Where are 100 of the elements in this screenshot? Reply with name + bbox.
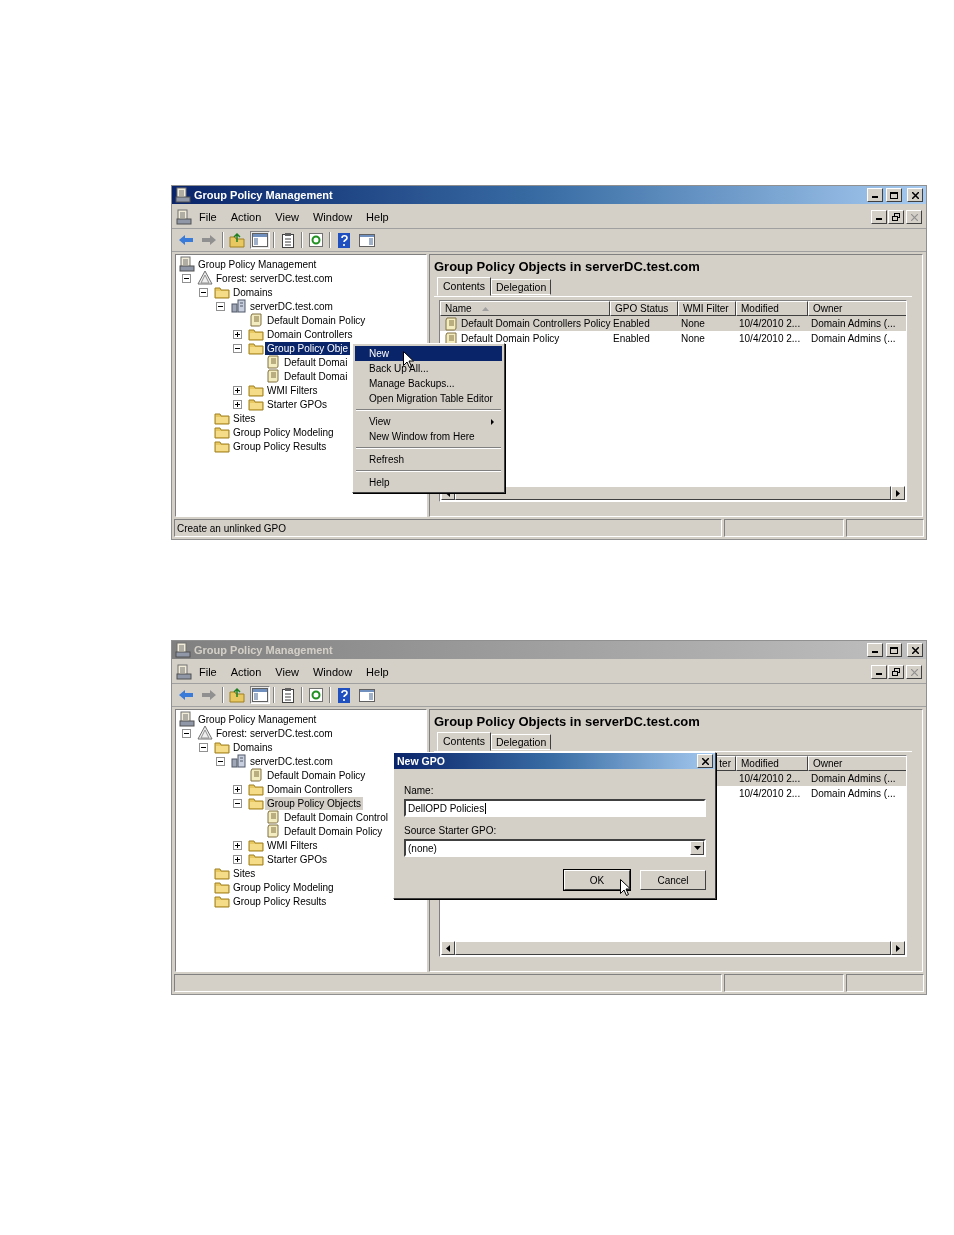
column-header[interactable]: Owner <box>808 756 906 771</box>
column-header[interactable]: GPO Status <box>610 301 678 316</box>
horizontal-scrollbar[interactable] <box>441 486 905 500</box>
tree-item[interactable]: Domains <box>231 740 275 754</box>
tree-item[interactable]: Starter GPOs <box>265 397 329 411</box>
minimize-button[interactable] <box>871 210 887 224</box>
tree-item[interactable]: Default Domain Policy <box>282 824 385 838</box>
tree-item[interactable]: WMI Filters <box>265 838 320 852</box>
tree-item[interactable]: Group Policy Management <box>196 712 319 726</box>
tree-item[interactable]: Group Policy Results <box>231 894 329 908</box>
tree-item[interactable]: Default Domain Policy <box>265 313 368 327</box>
tree-item[interactable]: Sites <box>231 866 258 880</box>
column-header[interactable]: Name <box>440 301 610 316</box>
maximize-button[interactable] <box>886 643 902 657</box>
menu-item[interactable]: View <box>268 211 306 223</box>
panel-button[interactable] <box>357 231 377 249</box>
close-button[interactable] <box>697 754 713 768</box>
expand-toggle[interactable] <box>233 385 242 395</box>
expand-toggle[interactable] <box>233 854 242 864</box>
panel-button[interactable] <box>357 686 377 704</box>
dialog-button[interactable]: Cancel <box>640 870 706 890</box>
tree-item[interactable]: Default Domai <box>282 355 350 369</box>
column-header[interactable]: Modified <box>736 301 808 316</box>
menu-item[interactable]: Help <box>359 666 396 678</box>
column-header[interactable]: Owner <box>808 301 906 316</box>
up-folder-button[interactable] <box>227 686 247 704</box>
context-menu-item[interactable]: Help <box>355 475 502 490</box>
tree-item[interactable]: Group Policy Modeling <box>231 425 336 439</box>
maximize-button[interactable] <box>886 188 902 202</box>
column-header[interactable]: Modified <box>736 756 808 771</box>
menu-item[interactable]: File <box>192 666 224 678</box>
context-menu-item[interactable]: Refresh <box>355 452 502 467</box>
collapse-toggle[interactable] <box>199 287 208 297</box>
tree-item[interactable]: Domains <box>231 285 275 299</box>
dropdown-button[interactable] <box>690 841 704 855</box>
menu-item[interactable]: Help <box>359 211 396 223</box>
close-button[interactable] <box>907 643 923 657</box>
tree-toggle-button[interactable] <box>250 686 270 704</box>
expand-toggle[interactable] <box>233 399 242 409</box>
dropdown-field[interactable]: (none) <box>404 839 706 857</box>
tree-item[interactable]: Domain Controllers <box>265 782 355 796</box>
tree-item[interactable]: serverDC.test.com <box>248 754 335 768</box>
context-menu-item[interactable]: New Window from Here <box>355 429 502 444</box>
tree-item[interactable]: Default Domain Control <box>282 810 390 824</box>
tree-item[interactable]: WMI Filters <box>265 383 320 397</box>
context-menu-item[interactable]: Back Up All... <box>355 361 502 376</box>
tree-item[interactable]: Domain Controllers <box>265 327 355 341</box>
close-button[interactable] <box>906 210 922 224</box>
menu-item[interactable]: Action <box>223 666 269 678</box>
tree-item[interactable]: Group Policy Modeling <box>231 880 336 894</box>
tab[interactable]: Contents <box>437 732 492 751</box>
collapse-toggle[interactable] <box>199 742 208 752</box>
minus-icon <box>235 345 240 351</box>
close-button[interactable] <box>906 665 922 679</box>
context-menu-item[interactable]: View <box>355 414 502 429</box>
tree-item[interactable]: Group Policy Objects <box>265 796 363 810</box>
expand-toggle[interactable] <box>233 840 242 850</box>
collapse-toggle[interactable] <box>182 273 191 283</box>
close-button[interactable] <box>907 188 923 202</box>
column-header[interactable]: WMI Filter <box>678 301 736 316</box>
tab[interactable]: Delegation <box>491 734 552 750</box>
context-menu-item[interactable]: Manage Backups... <box>355 376 502 391</box>
tree-item[interactable]: Group Policy Management <box>196 257 319 271</box>
tree-item[interactable]: serverDC.test.com <box>248 299 335 313</box>
tree-item[interactable]: Starter GPOs <box>265 852 329 866</box>
refresh-button[interactable] <box>306 686 326 704</box>
minimize-button[interactable] <box>867 643 883 657</box>
refresh-button[interactable] <box>306 231 326 249</box>
close-icon <box>910 213 918 221</box>
minimize-button[interactable] <box>867 188 883 202</box>
tab[interactable]: Delegation <box>491 279 552 295</box>
restore-button[interactable] <box>888 665 904 679</box>
collapse-toggle[interactable] <box>182 728 191 738</box>
menu-item[interactable]: File <box>192 211 224 223</box>
context-menu-item[interactable]: Open Migration Table Editor <box>355 391 502 406</box>
tree-item[interactable]: Forest: serverDC.test.com <box>214 726 335 740</box>
collapse-toggle[interactable] <box>233 798 242 808</box>
tree-item[interactable]: Default Domai <box>282 369 350 383</box>
up-folder-button[interactable] <box>227 231 247 249</box>
up-folder-icon <box>229 232 245 248</box>
collapse-toggle[interactable] <box>233 343 242 353</box>
tree-item[interactable]: Default Domain Policy <box>265 768 368 782</box>
menu-item[interactable]: Window <box>305 666 360 678</box>
minimize-button[interactable] <box>871 665 887 679</box>
menu-item[interactable]: Window <box>305 211 360 223</box>
horizontal-scrollbar[interactable] <box>441 941 905 955</box>
menu-item[interactable]: View <box>268 666 306 678</box>
tree-item[interactable]: Sites <box>231 411 258 425</box>
tree-item[interactable]: Group Policy Obje <box>265 341 351 355</box>
collapse-toggle[interactable] <box>216 301 225 311</box>
tree-toggle-button[interactable] <box>250 231 270 249</box>
input-field[interactable]: DellOPD Policies <box>404 799 706 817</box>
expand-toggle[interactable] <box>233 329 242 339</box>
restore-button[interactable] <box>888 210 904 224</box>
tree-item[interactable]: Group Policy Results <box>231 439 329 453</box>
collapse-toggle[interactable] <box>216 756 225 766</box>
menu-item[interactable]: Action <box>223 211 269 223</box>
tree-item[interactable]: Forest: serverDC.test.com <box>214 271 335 285</box>
tab[interactable]: Contents <box>437 277 492 296</box>
expand-toggle[interactable] <box>233 784 242 794</box>
